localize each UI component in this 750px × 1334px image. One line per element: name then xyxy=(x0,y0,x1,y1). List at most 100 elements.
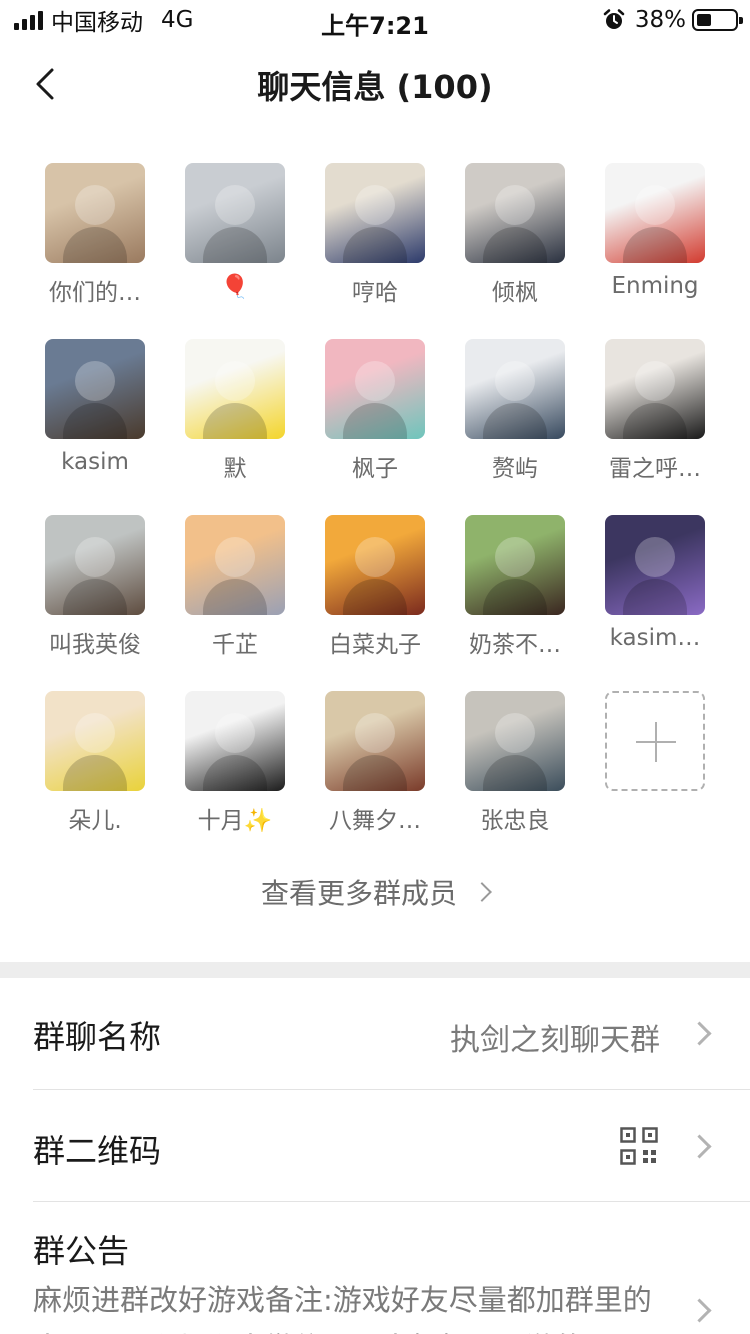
member-item[interactable]: 你们的… xyxy=(25,163,165,339)
chevron-right-icon xyxy=(687,1021,712,1046)
chevron-right-icon xyxy=(687,1298,712,1323)
view-more-members-label: 查看更多群成员 xyxy=(260,877,457,910)
avatar-figure xyxy=(75,537,115,577)
member-name: 张忠良 xyxy=(480,808,550,834)
battery-icon xyxy=(692,9,743,31)
avatar xyxy=(45,515,145,615)
avatar-figure xyxy=(635,361,675,401)
avatar-figure xyxy=(495,537,535,577)
avatar xyxy=(605,163,705,263)
member-item[interactable]: 八舞夕… xyxy=(305,691,445,867)
member-name: 十月✨ xyxy=(197,808,273,834)
avatar-figure-body xyxy=(63,227,127,263)
group-name-value: 执剑之刻聊天群 xyxy=(450,1023,660,1058)
member-item[interactable]: 十月✨ xyxy=(165,691,305,867)
avatar-figure xyxy=(355,713,395,753)
avatar-figure xyxy=(215,185,255,225)
page-title: 聊天信息 (100) xyxy=(257,68,493,106)
member-name: 雷之呼… xyxy=(609,456,701,482)
member-name: 赘屿 xyxy=(492,456,538,482)
avatar xyxy=(185,163,285,263)
avatar xyxy=(325,515,425,615)
group-name-row[interactable]: 群聊名称 执剑之刻聊天群 xyxy=(0,978,750,1090)
avatar-figure-body xyxy=(203,403,267,439)
group-name-label: 群聊名称 xyxy=(33,1018,162,1056)
member-item[interactable]: 雷之呼… xyxy=(585,339,725,515)
battery-percent: 38% xyxy=(634,7,686,33)
avatar xyxy=(465,163,565,263)
avatar-figure-body xyxy=(483,403,547,439)
avatar xyxy=(45,339,145,439)
member-item[interactable]: 倾枫 xyxy=(445,163,585,339)
avatar xyxy=(185,515,285,615)
member-item[interactable]: 千芷 xyxy=(165,515,305,691)
member-item[interactable]: 朵儿. xyxy=(25,691,165,867)
add-member-button[interactable] xyxy=(585,691,725,867)
member-item[interactable]: 白菜丸子 xyxy=(305,515,445,691)
battery-nub xyxy=(739,17,743,24)
avatar xyxy=(185,339,285,439)
section-divider xyxy=(0,962,750,978)
member-item[interactable]: 张忠良 xyxy=(445,691,585,867)
member-name: 叫我英俊 xyxy=(49,632,141,658)
member-item[interactable]: kasim… xyxy=(585,515,725,691)
avatar-figure xyxy=(75,361,115,401)
member-item[interactable]: 叫我英俊 xyxy=(25,515,165,691)
avatar-figure-body xyxy=(343,755,407,791)
avatar xyxy=(45,163,145,263)
group-notice-text: 麻烦进群改好游戏备注:游戏好友尽量都加群里的人，不要私加私人微信喂，人机机不玩游… xyxy=(33,1283,652,1334)
member-name: 倾枫 xyxy=(492,280,538,306)
member-name: kasim xyxy=(61,449,129,475)
nav-bar: 聊天信息 (100) xyxy=(0,48,750,120)
avatar-figure-body xyxy=(203,579,267,615)
avatar xyxy=(465,691,565,791)
status-bar: 中国移动 4G 上午7:21 38% xyxy=(0,0,750,40)
member-item[interactable]: 🎈 xyxy=(165,163,305,339)
battery-fill xyxy=(697,14,711,26)
qr-code-icon xyxy=(620,1127,658,1165)
member-name: kasim… xyxy=(609,625,701,651)
avatar xyxy=(605,339,705,439)
member-item[interactable]: 默 xyxy=(165,339,305,515)
avatar-figure-body xyxy=(483,755,547,791)
avatar-figure-body xyxy=(343,227,407,263)
avatar-figure-body xyxy=(203,227,267,263)
member-item[interactable]: 哼哈 xyxy=(305,163,445,339)
avatar-figure xyxy=(495,713,535,753)
member-name: 白菜丸子 xyxy=(329,632,421,658)
group-qr-label: 群二维码 xyxy=(33,1132,162,1170)
member-name: 默 xyxy=(223,456,247,482)
avatar-figure xyxy=(635,185,675,225)
avatar-figure xyxy=(355,185,395,225)
chevron-right-icon xyxy=(687,1134,712,1159)
avatar-figure-body xyxy=(623,579,687,615)
member-name: 八舞夕… xyxy=(329,808,421,834)
member-name: 你们的… xyxy=(49,280,141,306)
avatar-figure-body xyxy=(63,403,127,439)
avatar-figure xyxy=(215,713,255,753)
member-item[interactable]: Enming xyxy=(585,163,725,339)
avatar-figure-body xyxy=(203,755,267,791)
status-right: 38% xyxy=(603,6,743,34)
member-item[interactable]: kasim xyxy=(25,339,165,515)
member-item[interactable]: 赘屿 xyxy=(445,339,585,515)
avatar-figure xyxy=(215,537,255,577)
avatar xyxy=(465,339,565,439)
avatar-figure-body xyxy=(343,579,407,615)
avatar-figure-body xyxy=(483,579,547,615)
member-item[interactable]: 枫子 xyxy=(305,339,445,515)
avatar xyxy=(605,515,705,615)
avatar xyxy=(45,691,145,791)
avatar xyxy=(465,515,565,615)
view-more-members-link[interactable]: 查看更多群成员 xyxy=(0,872,750,912)
avatar-figure-body xyxy=(483,227,547,263)
member-item[interactable]: 奶茶不… xyxy=(445,515,585,691)
avatar-figure-body xyxy=(63,579,127,615)
group-notice-label: 群公告 xyxy=(33,1232,130,1270)
avatar-figure xyxy=(355,537,395,577)
member-name: Enming xyxy=(611,273,699,299)
alarm-clock-icon xyxy=(603,9,625,29)
member-grid: 你们的… 🎈 哼哈 倾枫 Enming kasim 默 枫子 赘屿 雷之呼… 叫我英俊 千芷 白菜丸子 奶… xyxy=(25,163,725,867)
avatar-figure xyxy=(75,185,115,225)
avatar-figure-body xyxy=(343,403,407,439)
